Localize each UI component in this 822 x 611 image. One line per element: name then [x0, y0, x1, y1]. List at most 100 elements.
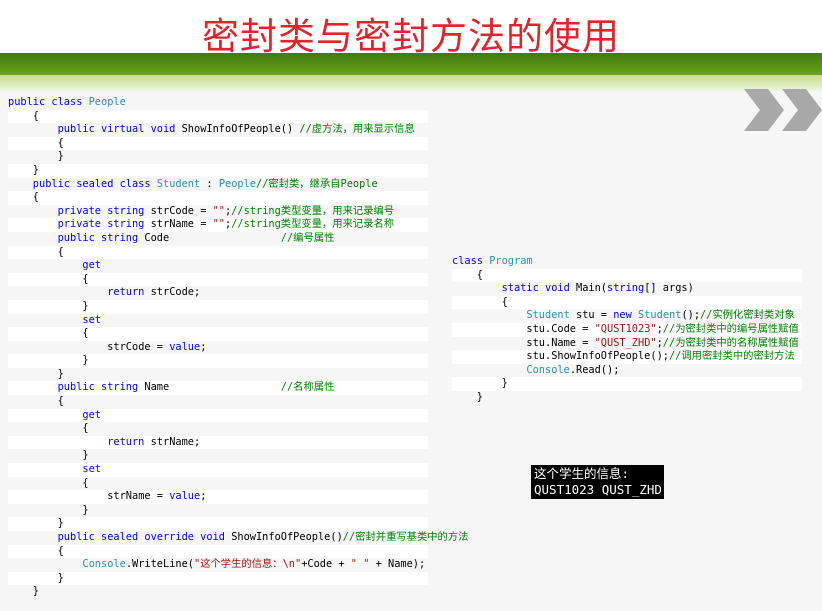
code-token: strName = — [150, 218, 213, 231]
code-token: } — [8, 517, 64, 530]
code-token: public virtual void — [8, 123, 182, 136]
code-token: } — [8, 354, 89, 367]
code-line: { — [8, 477, 428, 491]
code-line: } — [452, 377, 802, 391]
code-token: People — [88, 96, 126, 108]
code-line: return strCode; — [8, 286, 428, 300]
code-line: public string Code //编号属性 — [8, 232, 428, 246]
code-token: : — [200, 177, 219, 190]
code-token: //密封并重写基类中的方法 — [342, 531, 469, 543]
code-token: People — [218, 177, 257, 190]
code-token: private string — [8, 218, 151, 231]
code-line: Console.Read(); — [452, 364, 802, 378]
console-line: QUST1023 QUST_ZHD — [534, 482, 662, 497]
code-token: { — [452, 268, 483, 281]
code-line: public string Name //名称属性 — [8, 381, 428, 396]
code-line: class Program — [452, 255, 802, 269]
code-token: .Read(); — [569, 363, 620, 376]
code-token: } — [8, 503, 89, 516]
code-line: public sealed class Student : People//密封… — [8, 178, 428, 192]
code-line: } — [8, 449, 428, 463]
code-token: "" — [212, 204, 225, 217]
code-token: return — [8, 286, 151, 299]
code-line: private string strName = "";//string类型变量… — [8, 218, 428, 232]
code-token: [] args) — [644, 282, 694, 295]
code-token: } — [8, 571, 64, 584]
code-token: //实例化密封类对象 — [700, 309, 795, 322]
code-token: strCode; — [150, 286, 201, 299]
code-token: stu.Code = — [452, 322, 595, 335]
code-token: //虚方法，用来显示信息 — [299, 123, 415, 136]
code-line: { — [452, 268, 802, 283]
code-token: //密封类，继承自People — [256, 177, 378, 190]
code-token: //调用密封类中的密封方法 — [668, 350, 795, 363]
code-line: } — [8, 585, 428, 599]
code-token: set — [8, 313, 101, 326]
console-output-window: 这个学生的信息: QUST1023 QUST_ZHD — [531, 465, 664, 499]
code-line: set — [8, 463, 428, 477]
code-token: (); — [681, 309, 701, 322]
chevron-right-icon — [744, 89, 784, 131]
code-token: Name — [144, 381, 281, 394]
code-token: Console — [82, 558, 126, 571]
code-token: } — [8, 585, 39, 598]
code-line: { — [8, 395, 428, 409]
header-band — [0, 53, 822, 75]
code-token: //为密封类中的名称属性赋值 — [662, 336, 799, 349]
code-token: public class — [8, 96, 89, 108]
code-token: stu = — [569, 309, 614, 322]
code-token: public sealed class — [8, 177, 157, 190]
code-token: { — [452, 295, 508, 308]
code-line: } — [8, 368, 428, 382]
code-token: strName; — [150, 435, 201, 448]
code-line: { — [8, 327, 428, 341]
chevron-right-icon — [782, 89, 822, 131]
code-token: strName = — [107, 490, 170, 503]
code-token: static void — [452, 282, 576, 295]
code-token: stu.Name = — [452, 336, 595, 349]
code-token: { — [8, 136, 64, 149]
code-token: //string类型变量，用来记录编号 — [231, 204, 395, 217]
code-token: { — [8, 476, 89, 489]
code-token: } — [8, 367, 64, 380]
code-token: //编号属性 — [280, 231, 335, 244]
code-token: ShowInfoOfPeople() — [181, 123, 300, 136]
code-token: Student — [526, 309, 570, 322]
code-token: { — [8, 109, 39, 122]
code-line: public class People — [8, 96, 428, 110]
code-token: ; — [200, 340, 207, 353]
code-line: strName = value; — [8, 490, 428, 504]
code-line: } — [8, 163, 428, 178]
code-token: //为密封类中的编号属性赋值 — [662, 322, 799, 335]
code-line: static void Main(string[] args) — [452, 282, 802, 296]
code-line: stu.Name = "QUST_ZHD";//为密封类中的名称属性赋值 — [452, 337, 802, 351]
code-token: new — [613, 309, 639, 322]
code-line: { — [8, 544, 428, 559]
code-token: set — [8, 463, 101, 476]
code-line: Console.WriteLine("这个学生的信息：\n"+Code + " … — [8, 558, 428, 572]
code-line: stu.Code = "QUST1023";//为密封类中的编号属性赋值 — [452, 322, 802, 337]
code-line: } — [8, 354, 428, 368]
code-line: { — [8, 245, 428, 260]
code-line: Student stu = new Student();//实例化密封类对象 — [452, 309, 802, 323]
code-line: } — [8, 504, 428, 518]
code-token: Main( — [576, 282, 607, 295]
code-token: " " — [350, 558, 370, 571]
code-token: //名称属性 — [280, 381, 335, 394]
code-token: } — [8, 299, 89, 312]
code-line: } — [8, 571, 428, 586]
code-token: class — [452, 255, 490, 267]
code-token: ; — [200, 490, 207, 503]
code-block-program: class Program { static void Main(string[… — [452, 255, 802, 405]
code-token: Student — [638, 309, 682, 322]
code-token: Student — [156, 177, 201, 190]
code-line: } — [8, 150, 428, 164]
code-token: "QUST_ZHD" — [594, 336, 657, 349]
code-token: } — [452, 390, 483, 403]
code-token: private string — [8, 204, 151, 217]
code-token: { — [8, 191, 39, 204]
code-token: Code — [144, 231, 281, 244]
code-line: } — [452, 391, 802, 405]
